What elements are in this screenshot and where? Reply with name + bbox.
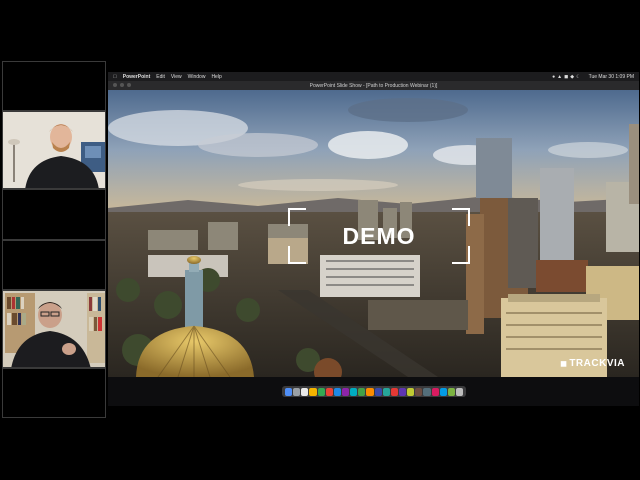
slide-canvas[interactable]: DEMO ◼ TRACKVIA	[108, 90, 639, 377]
participant-tile-empty-1	[2, 61, 106, 111]
dock-app-icon[interactable]	[317, 387, 325, 396]
dock-app-icon[interactable]	[455, 387, 464, 396]
window-titlebar: PowerPoint Slide Show - [Path to Product…	[108, 81, 639, 90]
mac-dock	[108, 377, 639, 406]
menu-item-edit[interactable]: Edit	[156, 74, 165, 80]
dock-app-icon[interactable]	[390, 387, 398, 396]
dock-app-icon[interactable]	[293, 387, 301, 396]
mac-menubar:  PowerPoint Edit View Window Help ●▲◼◆☾…	[108, 72, 639, 81]
dock-app-icon[interactable]	[350, 387, 358, 396]
participant-tile-empty-2	[2, 189, 106, 240]
dock-app-icon[interactable]	[374, 387, 382, 396]
participant-tile-empty-4	[2, 368, 106, 418]
shared-screen:  PowerPoint Edit View Window Help ●▲◼◆☾…	[108, 72, 639, 406]
participant-tile-2[interactable]	[2, 290, 106, 368]
menu-item-help[interactable]: Help	[211, 74, 221, 80]
participant-1-image	[3, 112, 105, 188]
zoom-window-icon[interactable]	[127, 83, 131, 87]
slide-headline: DEMO	[342, 222, 416, 249]
menu-item-window[interactable]: Window	[188, 74, 206, 80]
dock-app-icon[interactable]	[431, 387, 439, 396]
dock-app-icon[interactable]	[423, 387, 431, 396]
dock-app-icon[interactable]	[358, 387, 366, 396]
participant-tile-1[interactable]	[2, 111, 106, 189]
close-window-icon[interactable]	[113, 83, 117, 87]
trackvia-logo-text: TRACKVIA	[569, 358, 625, 369]
dock-app-icon[interactable]	[301, 387, 309, 396]
minimize-window-icon[interactable]	[120, 83, 124, 87]
trackvia-logo: ◼ TRACKVIA	[560, 358, 625, 369]
participant-video-1	[3, 112, 105, 188]
menubar-clock[interactable]: Tue Mar 30 1:09 PM	[589, 74, 634, 80]
dock-app-icon[interactable]	[439, 387, 447, 396]
dock-app-icon[interactable]	[447, 387, 455, 396]
participant-video-2	[3, 291, 105, 367]
window-title: PowerPoint Slide Show - [Path to Product…	[309, 82, 438, 89]
dock-app-icon[interactable]	[366, 387, 374, 396]
window-controls	[113, 83, 131, 87]
dock-app-icon[interactable]	[285, 387, 293, 396]
status-icons[interactable]: ●▲◼◆☾	[552, 74, 582, 80]
dock-app-icon[interactable]	[398, 387, 407, 396]
demo-title-frame: DEMO	[288, 208, 470, 264]
trackvia-logo-mark-icon: ◼	[560, 359, 568, 368]
dock-icons	[282, 386, 466, 397]
dock-app-icon[interactable]	[309, 387, 317, 396]
dock-app-icon[interactable]	[333, 387, 341, 396]
dock-app-icon[interactable]	[325, 387, 333, 396]
menu-item-view[interactable]: View	[171, 74, 182, 80]
dock-app-icon[interactable]	[382, 387, 390, 396]
participant-tile-empty-3	[2, 240, 106, 290]
dock-app-icon[interactable]	[407, 387, 415, 396]
dock-app-icon[interactable]	[341, 387, 350, 396]
participant-2-image	[3, 291, 105, 367]
dock-app-icon[interactable]	[415, 387, 423, 396]
apple-icon[interactable]: 	[113, 74, 117, 80]
menubar-app-name[interactable]: PowerPoint	[123, 74, 151, 80]
